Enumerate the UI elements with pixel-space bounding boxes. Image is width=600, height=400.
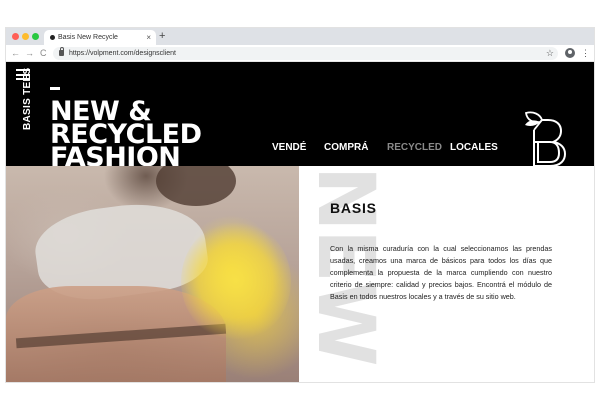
- favicon-icon: [50, 35, 55, 40]
- browser-menu-icon[interactable]: ⋮: [581, 47, 590, 59]
- forward-arrow-icon[interactable]: →: [25, 47, 34, 59]
- maximize-window-button[interactable]: [32, 33, 39, 40]
- nav-item-recycled[interactable]: RECYCLED: [387, 142, 442, 153]
- nav-item-locales[interactable]: LOCALES: [450, 142, 498, 153]
- reload-icon[interactable]: C: [40, 47, 47, 59]
- tab-title: Basis New Recycle: [58, 34, 118, 41]
- back-arrow-icon[interactable]: ←: [11, 47, 20, 59]
- nav-item-compra[interactable]: COMPRÁ: [324, 142, 368, 153]
- hero-title: NEW & RECYCLED FASHION: [50, 98, 220, 171]
- new-tab-button[interactable]: +: [159, 29, 165, 43]
- profile-avatar-icon[interactable]: [565, 48, 575, 58]
- browser-tab[interactable]: Basis New Recycle ×: [44, 30, 156, 45]
- url-text[interactable]: https://volpment.com/designsclient: [69, 48, 176, 59]
- bookmark-star-icon[interactable]: ☆: [546, 47, 554, 59]
- brand-name[interactable]: BASIS TEES: [22, 68, 33, 130]
- hero-dash: [50, 87, 60, 90]
- nav-item-vende[interactable]: VENDÉ: [272, 142, 306, 153]
- hero-photo: [6, 166, 299, 382]
- lock-icon: [59, 47, 64, 56]
- tab-bar: Basis New Recycle × +: [6, 28, 594, 45]
- minimize-window-button[interactable]: [22, 33, 29, 40]
- address-bar[interactable]: https://volpment.com/designsclient ☆: [53, 47, 558, 60]
- section-body: Con la misma curaduría con la cual selec…: [330, 244, 552, 301]
- browser-toolbar: ← → C https://volpment.com/designsclient…: [6, 45, 594, 62]
- browser-window: Basis New Recycle × + ← → C https://volp…: [6, 28, 594, 382]
- site-header: BASIS TEES NEW & RECYCLED FASHION VENDÉ …: [6, 62, 594, 171]
- tab-close-icon[interactable]: ×: [146, 32, 151, 43]
- close-window-button[interactable]: [12, 33, 19, 40]
- basis-b-leaf-logo-icon[interactable]: [520, 110, 568, 168]
- content-area: NEW BASIS Con la misma curaduría con la …: [6, 166, 594, 382]
- section-title: BASIS: [330, 200, 377, 216]
